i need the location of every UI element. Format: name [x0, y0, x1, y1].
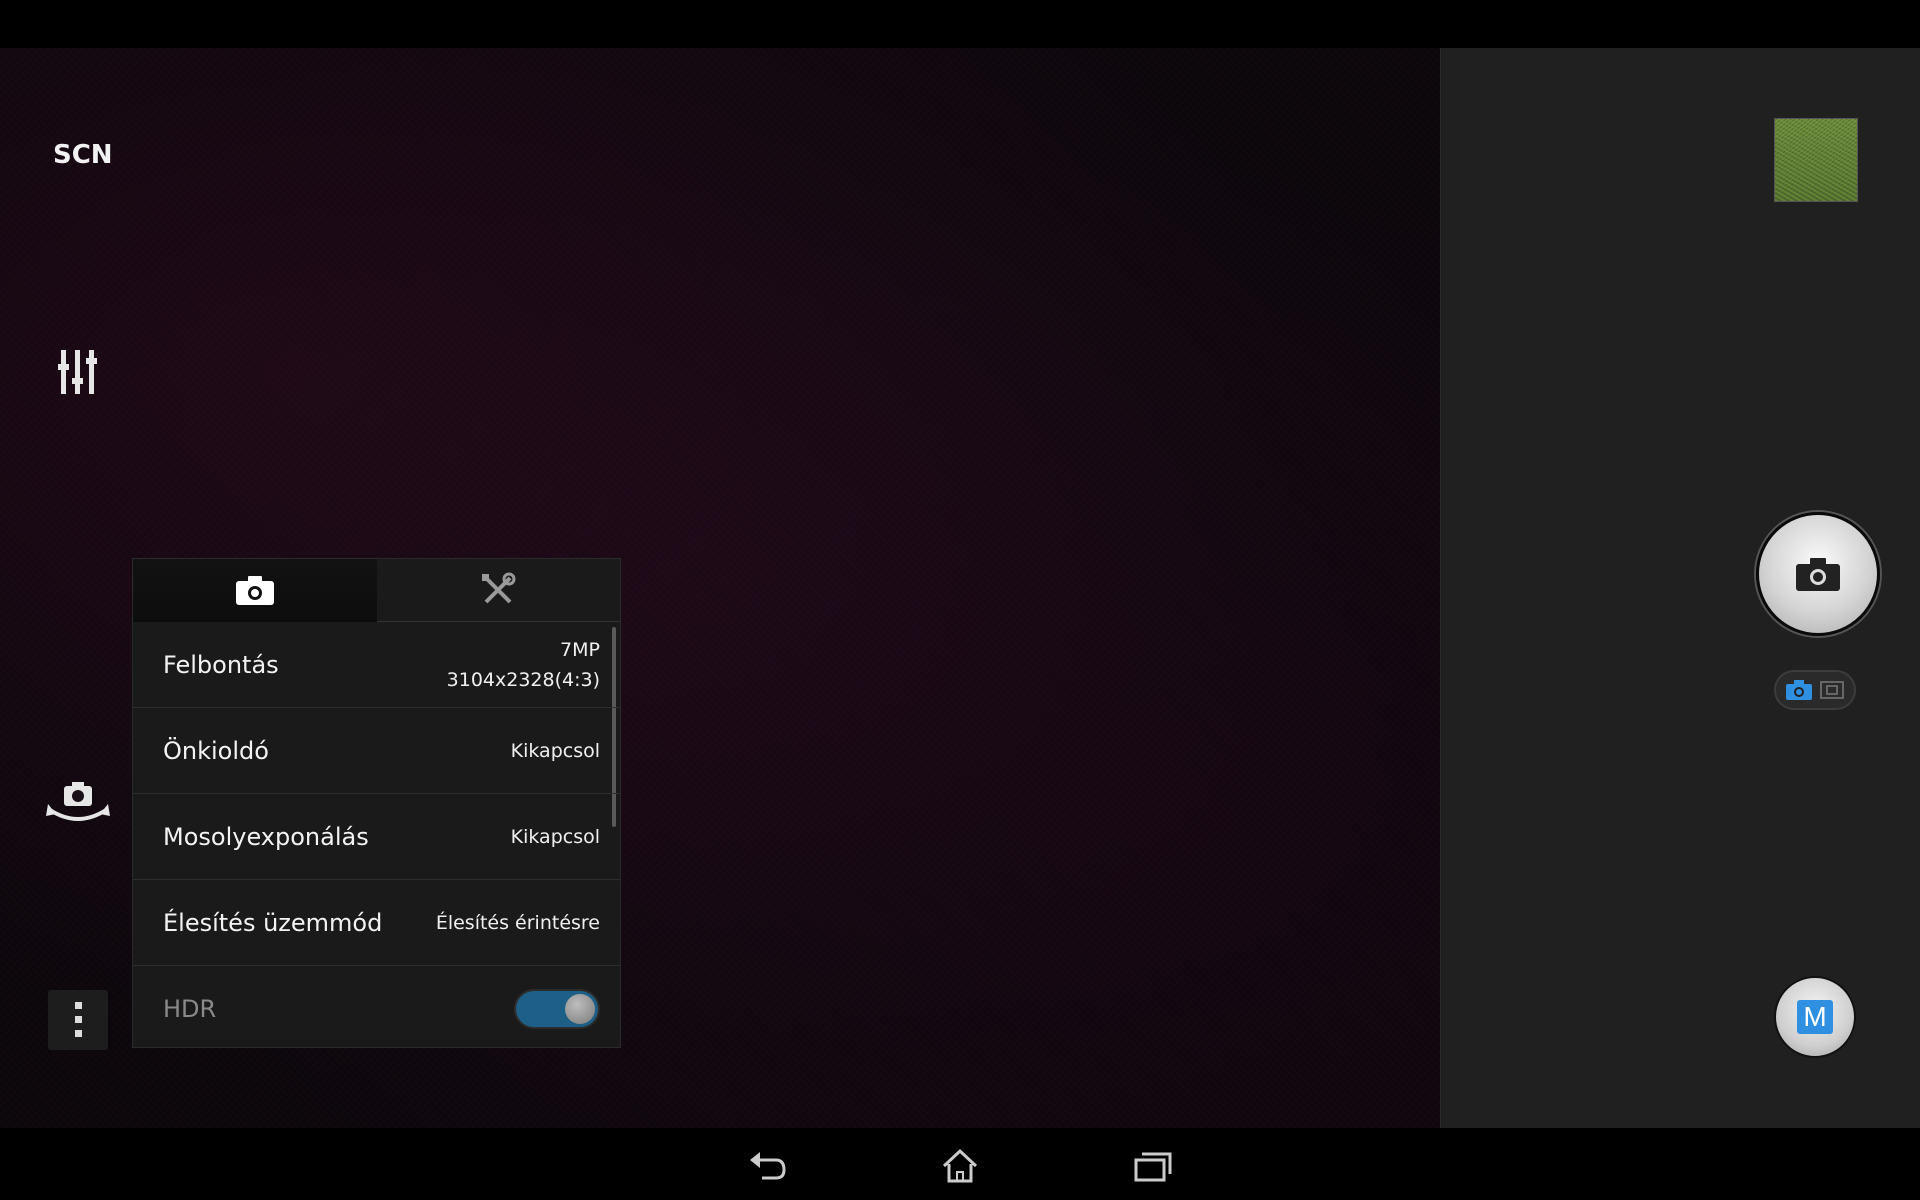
photo-mode-icon [1786, 680, 1812, 700]
manual-mode-badge: M [1797, 1000, 1833, 1034]
camera-icon [235, 576, 274, 605]
setting-label: Felbontás [163, 650, 279, 679]
setting-label: HDR [163, 995, 217, 1023]
photo-video-mode-switch[interactable] [1774, 670, 1856, 710]
setting-value: Kikapcsol [510, 825, 600, 848]
setting-hdr[interactable]: HDR [133, 966, 620, 1052]
scene-mode-button[interactable]: SCN [53, 140, 113, 170]
last-photo-thumbnail[interactable] [1774, 118, 1858, 202]
setting-resolution[interactable]: Felbontás 7MP 3104x2328(4:3) [133, 622, 620, 708]
hdr-toggle[interactable] [514, 989, 600, 1029]
setting-label: Mosolyexponálás [163, 822, 369, 851]
setting-value: 7MP 3104x2328(4:3) [447, 635, 600, 695]
resolution-megapixels: 7MP [560, 638, 600, 661]
switch-camera-icon[interactable] [46, 780, 110, 830]
tools-icon [482, 572, 516, 604]
settings-panel: Felbontás 7MP 3104x2328(4:3) Önkioldó Ki… [132, 558, 621, 1048]
home-icon[interactable] [940, 1148, 980, 1184]
settings-tabs [133, 559, 620, 622]
setting-self-timer[interactable]: Önkioldó Kikapcsol [133, 708, 620, 794]
setting-label: Élesítés üzemmód [163, 908, 383, 937]
video-mode-icon [1820, 681, 1844, 699]
toggle-knob [565, 994, 595, 1024]
manual-mode-button[interactable]: M [1774, 976, 1856, 1058]
setting-focus-mode[interactable]: Élesítés üzemmód Élesítés érintésre [133, 880, 620, 966]
camera-icon [1796, 558, 1840, 591]
status-bar [0, 0, 1920, 48]
setting-value: Kikapcsol [510, 739, 600, 762]
settings-sliders-icon[interactable] [58, 350, 98, 394]
more-icon [75, 1002, 82, 1009]
resolution-dimensions: 3104x2328(4:3) [446, 668, 600, 691]
tab-camera-settings[interactable] [133, 559, 377, 621]
back-icon[interactable] [748, 1148, 788, 1184]
more-icon-dot [75, 1030, 82, 1037]
tab-general-settings[interactable] [377, 559, 621, 621]
shutter-button[interactable] [1756, 512, 1880, 636]
recent-apps-icon[interactable] [1132, 1148, 1172, 1184]
setting-value: Élesítés érintésre [435, 911, 600, 934]
more-icon-dot [75, 1016, 82, 1023]
setting-smile-shutter[interactable]: Mosolyexponálás Kikapcsol [133, 794, 620, 880]
setting-label: Önkioldó [163, 736, 269, 765]
more-options-button[interactable] [48, 990, 108, 1050]
